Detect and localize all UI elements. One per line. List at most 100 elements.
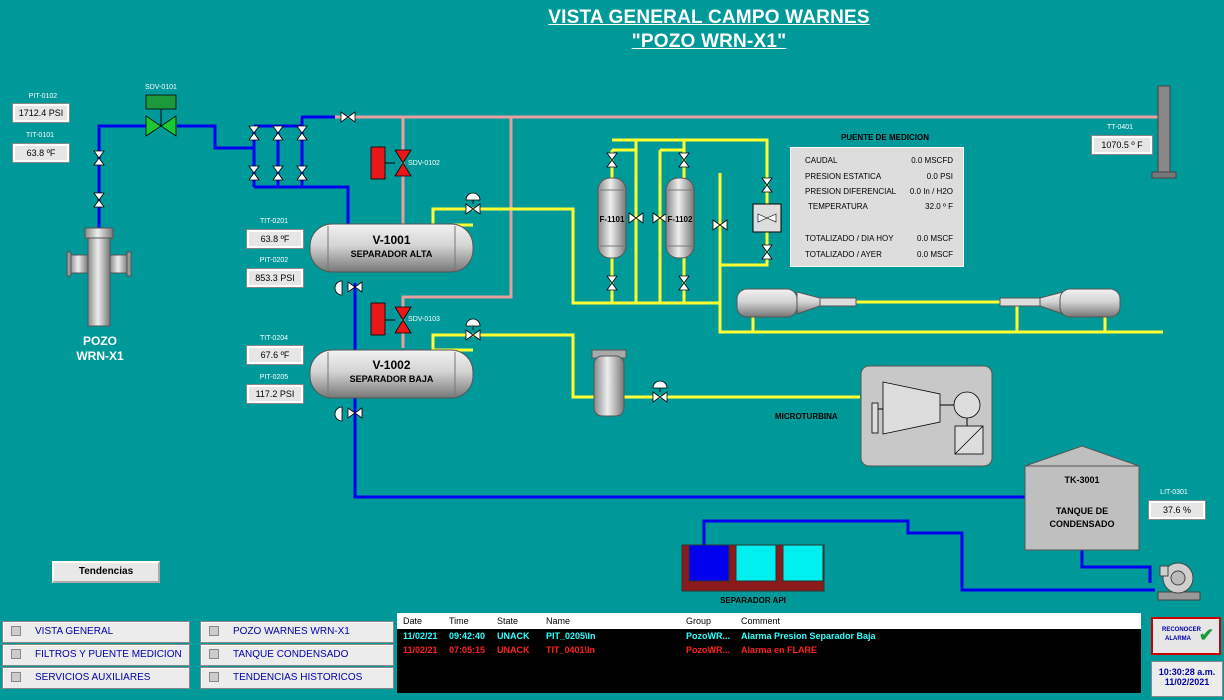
alarm-state: UNACK (497, 645, 530, 655)
metering-panel: CAUDAL 0.0 MSCFD PRESION ESTATICA 0.0 PSI … (790, 147, 964, 267)
metering-value: 0.0 MSCF (916, 234, 953, 243)
lit-0301-tag: LIT-0301 (1160, 489, 1188, 496)
metering-label: TOTALIZADO / AYER (805, 250, 882, 259)
nav-indicator-icon (11, 649, 21, 660)
alarm-name: PIT_0205\In (546, 631, 596, 641)
alarm-name: TIT_0401\In (546, 645, 596, 655)
separator-v1001 (309, 223, 474, 273)
pump (1157, 562, 1201, 601)
clock-date: 11/02/2021 (1164, 677, 1210, 687)
nav-label: FILTROS Y PUENTE MEDICION (35, 649, 182, 660)
nav-label: SERVICIOS AUXILIARES (35, 672, 151, 683)
v1001-id: V-1001 (372, 233, 411, 247)
metering-title: PUENTE DE MEDICION (840, 133, 929, 142)
v1001-name: SEPARADOR ALTA (350, 249, 433, 259)
nav-label: POZO WARNES WRN-X1 (233, 626, 350, 637)
nav-servicios[interactable]: SERVICIOS AUXILIARES (2, 667, 190, 689)
tank-id: TK-3001 (1064, 475, 1100, 485)
nav-pozo-warnes[interactable]: POZO WARNES WRN-X1 (200, 621, 394, 643)
alarm-state: UNACK (497, 631, 530, 641)
nav-indicator-icon (11, 626, 21, 637)
pit-0205-value: 117.2 PSI (246, 384, 304, 404)
metering-label: TEMPERATURA (808, 202, 868, 211)
nav-label: VISTA GENERAL (35, 626, 114, 637)
f1101-label: F-1101 (599, 215, 625, 224)
well-label: POZO WRN-X1 (60, 334, 140, 364)
alarm-date: 11/02/21 (403, 645, 438, 655)
microturbine (860, 365, 993, 467)
tank-name: TANQUE DE CONDENSADO (1025, 505, 1139, 531)
api-separator (681, 544, 825, 592)
nav-indicator-icon (209, 626, 219, 637)
ack-label-line2: ALARMA (1165, 636, 1191, 642)
nav-tendencias-historicos[interactable]: TENDENCIAS HISTORICOS (200, 667, 394, 689)
metering-label: PRESION ESTATICA (805, 172, 882, 181)
metering-row: TEMPERATURA 32.0 º F (808, 202, 953, 211)
col-comment: Comment (741, 616, 781, 626)
heater-left (736, 288, 857, 318)
nav-label: TANQUE CONDENSADO (233, 649, 349, 660)
tank-name-line1: TANQUE DE (1055, 506, 1109, 516)
nav-vista-general[interactable]: VISTA GENERAL (2, 621, 190, 643)
tit-0204-tag: TIT-0204 (259, 335, 288, 342)
check-icon: ✔ (1198, 625, 1214, 645)
alarm-comment: Alarma Presion Separador Baja (741, 631, 876, 641)
metering-value: 32.0 º F (925, 202, 953, 211)
alarm-date: 11/02/21 (403, 631, 438, 641)
flow-meter-icon (752, 203, 782, 233)
alarm-table[interactable]: Date Time State Name Group Comment 11/02… (397, 613, 1141, 693)
sdv-0102-tag: SDV-0102 (408, 160, 440, 167)
nav-filtros[interactable]: FILTROS Y PUENTE MEDICION (2, 644, 190, 666)
pit-0102-value: 1712.4 PSI (12, 103, 70, 123)
pit-0202-tag: PIT-0202 (259, 257, 289, 264)
nav-indicator-icon (11, 672, 21, 683)
metering-row: TOTALIZADO / AYER 0.0 MSCF (805, 250, 953, 259)
sdv-0101-valve (145, 94, 177, 137)
alarm-group: PozoWR... (686, 631, 730, 641)
well-label-line2: WRN-X1 (76, 349, 124, 363)
trends-button[interactable]: Tendencias (52, 561, 160, 583)
tit-0201-tag: TIT-0201 (259, 218, 288, 225)
nav-indicator-icon (209, 672, 219, 683)
metering-row: PRESION DIFERENCIAL 0.0 In / H2O (805, 187, 953, 196)
nav-tanque[interactable]: TANQUE CONDENSADO (200, 644, 394, 666)
metering-label: PRESION DIFERENCIAL (805, 187, 897, 196)
metering-value: 0.0 MSCFD (911, 156, 953, 165)
pit-0202-value: 853.3 PSI (246, 268, 304, 288)
f1102-label: F-1102 (667, 215, 693, 224)
alarm-row[interactable]: 11/02/21 07:05:15 UNACK TIT_0401\In Pozo… (397, 643, 1141, 657)
ack-label-line1: RECONOCER (1162, 627, 1202, 633)
sdv-0101-tag: SDV-0101 (145, 84, 177, 91)
clock: 10:30:28 a.m. 11/02/2021 (1151, 661, 1223, 697)
alarm-time: 09:42:40 (449, 631, 486, 641)
clock-time: 10:30:28 a.m. (1158, 667, 1216, 677)
tit-0204-value: 67.6 ºF (246, 345, 304, 365)
pit-0205-tag: PIT-0205 (259, 374, 289, 381)
lit-0301-value: 37.6 % (1148, 500, 1206, 520)
col-group: Group (686, 616, 712, 626)
metering-value: 0.0 MSCF (916, 250, 953, 259)
scrubber-vessel (591, 349, 627, 417)
alarm-row[interactable]: 11/02/21 09:42:40 UNACK PIT_0205\In Pozo… (397, 629, 1141, 643)
microturbine-label: MICROTURBINA (775, 412, 838, 421)
col-time: Time (449, 616, 469, 626)
alarm-group: PozoWR... (686, 645, 730, 655)
alarm-time: 07:05:15 (449, 645, 486, 655)
v1002-id: V-1002 (372, 358, 411, 372)
well-head (66, 227, 132, 327)
nav-label: TENDENCIAS HISTORICOS (233, 672, 363, 683)
tt-0401-value: 1070.5 º F (1091, 135, 1153, 155)
condensate-tank (1024, 445, 1140, 551)
col-name: Name (546, 616, 571, 626)
metering-row: CAUDAL 0.0 MSCFD (805, 156, 953, 165)
metering-row: TOTALIZADO / DIA HOY 0.0 MSCF (805, 234, 953, 243)
tit-0201-value: 63.8 ºF (246, 229, 304, 249)
col-date: Date (403, 616, 423, 626)
metering-value: 0.0 PSI (926, 172, 953, 181)
v1002-name: SEPARADOR BAJA (349, 374, 434, 384)
metering-value: 0.0 In / H2O (909, 187, 953, 196)
well-label-line1: POZO (82, 334, 117, 348)
tit-0101-value: 63.8 ºF (12, 143, 70, 163)
acknowledge-alarm-button[interactable]: RECONOCER ALARMA ✔ (1151, 617, 1221, 655)
tank-name-line2: CONDENSADO (1049, 519, 1115, 529)
